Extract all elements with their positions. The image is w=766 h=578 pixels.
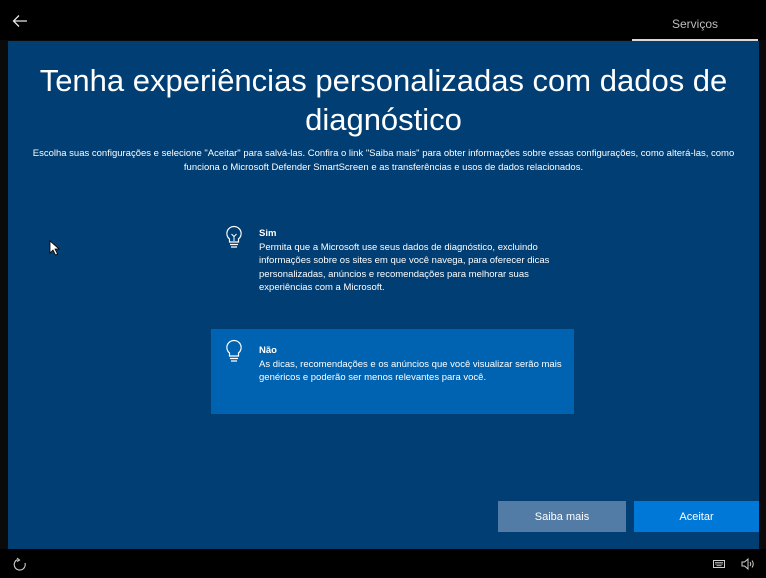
option-nao[interactable]: Não As dicas, recomendações e os anúncio…: [211, 329, 574, 414]
top-bar: Serviços: [0, 0, 766, 41]
lightbulb-off-icon: [226, 339, 242, 362]
page-description: Escolha suas configurações e selecione "…: [32, 148, 735, 173]
option-sim[interactable]: Sim Permita que a Microsoft use seus dad…: [211, 221, 574, 317]
ease-of-access-icon[interactable]: [13, 557, 27, 571]
mouse-pointer-icon: [49, 240, 61, 256]
lightbulb-on-icon: [226, 225, 242, 248]
option-nao-description: As dicas, recomendações e os anúncios qu…: [259, 358, 562, 384]
option-nao-text: Não As dicas, recomendações e os anúncio…: [259, 344, 564, 385]
learn-more-button[interactable]: Saiba mais: [498, 501, 626, 532]
option-sim-description: Permita que a Microsoft use seus dados d…: [259, 241, 550, 294]
accept-button[interactable]: Aceitar: [634, 501, 759, 532]
main-panel: Tenha experiências personalizadas com da…: [8, 41, 759, 549]
option-sim-title: Sim: [259, 228, 277, 239]
volume-icon[interactable]: [741, 558, 755, 570]
option-sim-text: Sim Permita que a Microsoft use seus dad…: [259, 227, 564, 295]
page-title: Tenha experiências personalizadas com da…: [39, 63, 728, 137]
bottom-bar: [0, 549, 766, 578]
keyboard-icon[interactable]: [713, 560, 725, 568]
tab-services[interactable]: Serviços: [632, 8, 758, 40]
arrow-left-icon: [12, 15, 27, 27]
back-button[interactable]: [8, 10, 32, 32]
oobe-screen: Serviços Tenha experiências personalizad…: [0, 0, 766, 578]
option-nao-title: Não: [259, 345, 277, 356]
